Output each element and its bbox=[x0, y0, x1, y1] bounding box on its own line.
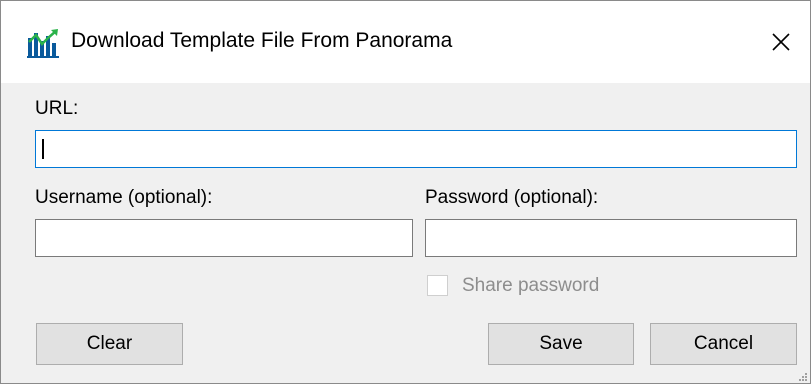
username-label: Username (optional): bbox=[35, 187, 213, 208]
dialog-window: Download Template File From Panorama URL… bbox=[0, 0, 811, 384]
share-password-label: Share password bbox=[462, 275, 600, 296]
close-button[interactable] bbox=[752, 1, 810, 83]
text-caret bbox=[42, 139, 44, 159]
window-title: Download Template File From Panorama bbox=[71, 29, 453, 52]
panorama-chart-icon bbox=[27, 28, 59, 58]
username-input[interactable] bbox=[35, 219, 413, 257]
url-label: URL: bbox=[35, 98, 79, 119]
resize-grip-icon[interactable] bbox=[796, 369, 808, 381]
save-button[interactable]: Save bbox=[488, 323, 634, 365]
cancel-button[interactable]: Cancel bbox=[650, 323, 797, 365]
password-label: Password (optional): bbox=[425, 187, 599, 208]
share-password-checkbox[interactable] bbox=[427, 275, 448, 296]
close-icon bbox=[772, 33, 790, 51]
title-bar: Download Template File From Panorama bbox=[1, 1, 810, 83]
url-input[interactable] bbox=[35, 130, 797, 168]
clear-button[interactable]: Clear bbox=[36, 323, 183, 365]
password-input[interactable] bbox=[425, 219, 797, 257]
